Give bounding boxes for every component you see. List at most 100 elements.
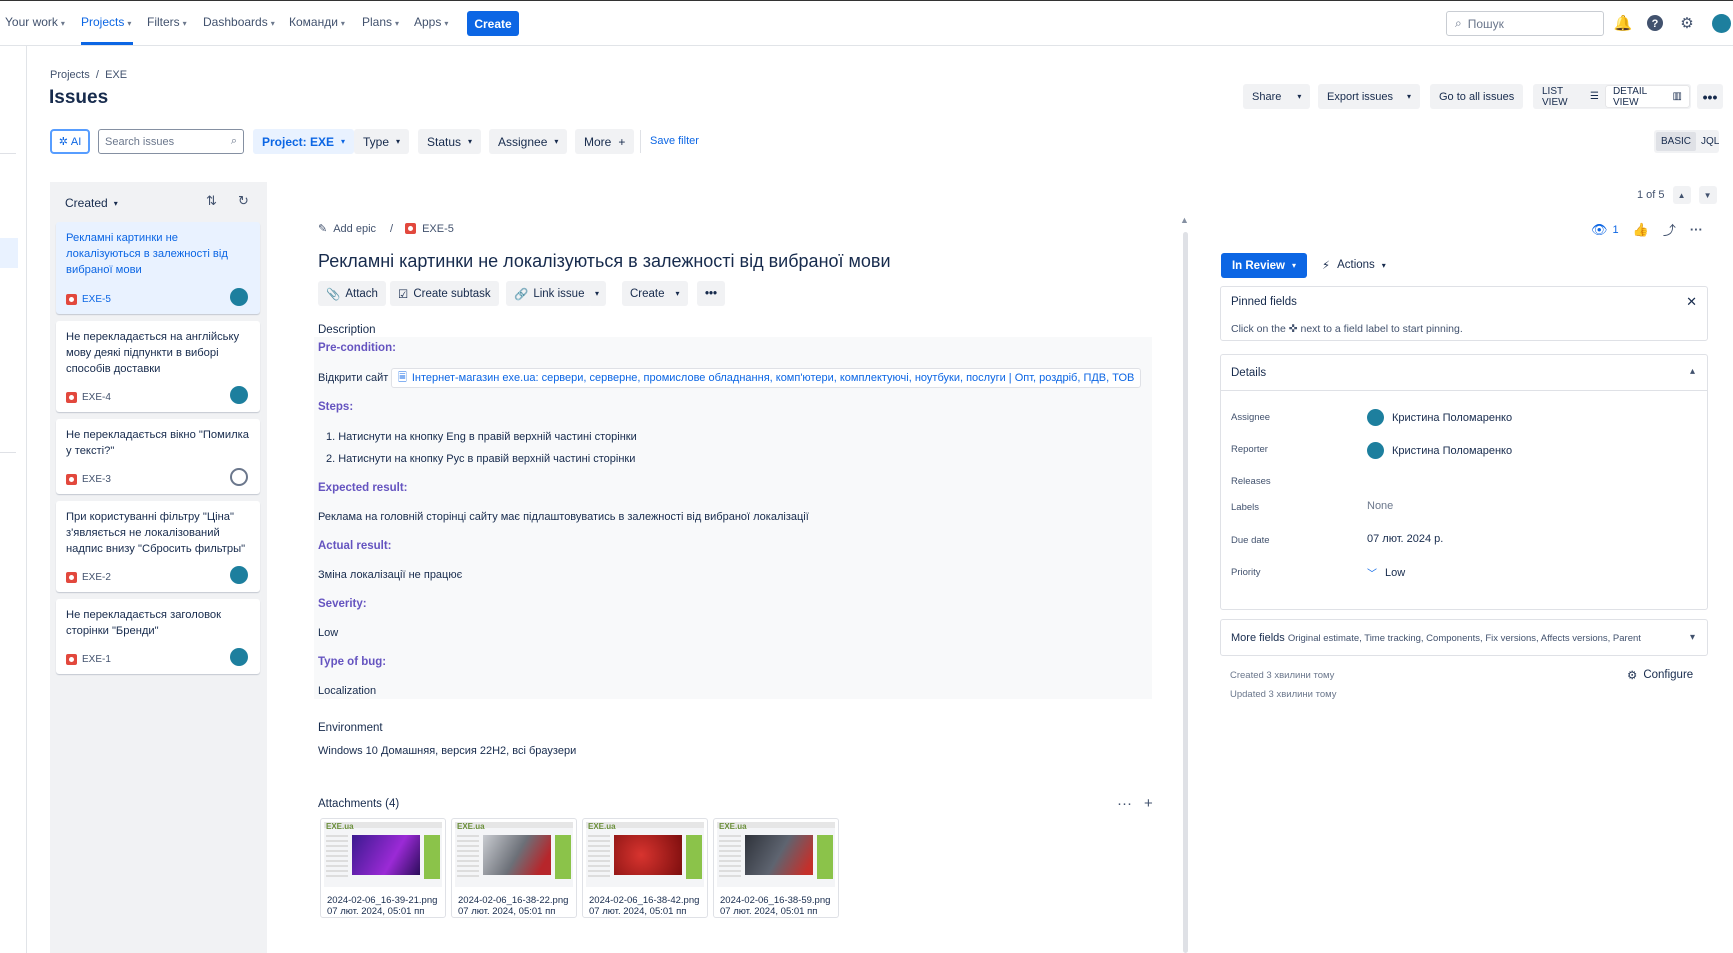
details-header[interactable]: Details ▴ — [1221, 355, 1707, 391]
left-sidebar-collapsed — [0, 46, 27, 953]
nav-plans[interactable]: Plans ▾ — [362, 15, 399, 29]
link-issue-dropdown[interactable]: ▾ — [588, 281, 607, 306]
assignee-filter[interactable]: Assignee ▾ — [489, 129, 568, 154]
attach-button[interactable]: 📎 Attach — [318, 281, 386, 306]
attachment-thumbnail[interactable]: EXE.ua 2024-02-06_16-38-42.png 07 лют. 20… — [582, 818, 708, 918]
sort-dropdown[interactable]: Created ▾ — [65, 196, 118, 210]
save-filter-link[interactable]: Save filter — [650, 135, 699, 147]
search-issues-input[interactable]: Search issues ⌕ — [98, 129, 244, 154]
nav-apps[interactable]: Apps ▾ — [414, 15, 448, 29]
nav-filters[interactable]: Filters ▾ — [147, 15, 187, 29]
smart-link[interactable]: 🗏 Інтернет-магазин exe.ua: сервери, серве… — [391, 368, 1142, 388]
ai-search-button[interactable]: ✲ AI — [50, 129, 90, 154]
chevron-down-icon: ▾ — [270, 19, 275, 28]
user-avatar[interactable] — [1712, 14, 1731, 33]
issue-card[interactable]: Не перекладається заголовок сторінки "Бр… — [56, 599, 260, 674]
issue-title[interactable]: Рекламні картинки не локалізуються в зал… — [318, 251, 891, 272]
attachment-date: 07 лют. 2024, 05:01 пп — [720, 906, 818, 917]
attachment-thumbnail[interactable]: EXE.ua 2024-02-06_16-39-21.png 07 лют. 20… — [320, 818, 446, 918]
due-date-field[interactable]: 07 лют. 2024 р. — [1367, 533, 1443, 545]
watch-button[interactable]: 👁 1 — [1591, 222, 1619, 238]
detail-view-option[interactable]: DETAIL VIEW ▥ — [1605, 86, 1689, 108]
sidebar-selected-item[interactable] — [0, 238, 18, 268]
issue-scrollbar[interactable] — [1183, 232, 1188, 953]
environment-text[interactable]: Windows 10 Домашняя, версия 22H2, всі бр… — [318, 745, 576, 757]
create-subtask-button[interactable]: ☑ Create subtask — [390, 281, 499, 306]
priority-field[interactable]: ﹀ Low — [1367, 565, 1405, 581]
scroll-up-icon[interactable]: ▲ — [1180, 215, 1189, 225]
previous-issue-button[interactable]: ▲ — [1672, 186, 1691, 204]
actions-button[interactable]: ⚡ Actions ▾ — [1322, 258, 1386, 272]
help-icon[interactable]: ? — [1646, 14, 1664, 32]
eye-icon: 👁 — [1591, 221, 1608, 237]
breadcrumb-project[interactable]: EXE — [105, 69, 127, 81]
issue-key: EXE-1 — [82, 654, 111, 665]
close-icon[interactable]: ✕ — [1686, 294, 1697, 310]
type-filter[interactable]: Type ▾ — [354, 129, 410, 154]
attachments-more-icon[interactable]: ··· — [1117, 795, 1132, 812]
list-view-option[interactable]: LIST VIEW ☰ — [1535, 86, 1606, 108]
issue-card-title: Не перекладається на англійську мову дея… — [66, 331, 240, 375]
more-filters-button[interactable]: More + — [575, 129, 635, 154]
status-filter[interactable]: Status ▾ — [418, 129, 482, 154]
more-fields-panel[interactable]: More fields Original estimate, Time trac… — [1220, 619, 1708, 656]
jql-option[interactable]: JQL — [1696, 132, 1724, 151]
assignee-avatar — [230, 648, 248, 666]
more-icon[interactable]: ··· — [1690, 222, 1703, 237]
go-to-all-issues-button[interactable]: Go to all issues — [1430, 84, 1524, 109]
refresh-icon[interactable]: ↻ — [238, 193, 249, 209]
attachment-thumbnail[interactable]: EXE.ua 2024-02-06_16-38-22.png 07 лют. 20… — [451, 818, 577, 918]
create-dropdown-button[interactable]: Create ▾ — [622, 281, 688, 306]
export-issues-button[interactable]: Export issues ▾ — [1318, 84, 1421, 109]
issue-key-link[interactable]: EXE-5 — [422, 223, 454, 235]
breadcrumb: Projects / EXE — [50, 69, 127, 81]
chevron-down-icon: ▾ — [396, 137, 401, 146]
next-issue-button[interactable]: ▼ — [1698, 186, 1717, 204]
nav-teams[interactable]: Команди ▾ — [289, 15, 345, 29]
issue-key: EXE-2 — [82, 572, 111, 583]
issue-card[interactable]: При користуванні фільтру "Ціна" з'являєт… — [56, 501, 260, 592]
gear-icon: ⚙ — [1627, 670, 1638, 682]
nav-label: Your work — [5, 15, 58, 29]
status-transition-button[interactable]: In Review ▾ — [1221, 253, 1307, 278]
chevron-down-icon: ▾ — [340, 19, 345, 28]
global-search-input[interactable]: ⌕ Пошук — [1446, 11, 1604, 36]
nav-your-work[interactable]: Your work ▾ — [5, 15, 65, 29]
nav-dashboards[interactable]: Dashboards ▾ — [203, 15, 275, 29]
assignee-field[interactable]: Кристина Поломаренко — [1367, 409, 1512, 426]
create-button[interactable]: Create — [467, 11, 519, 36]
issue-card[interactable]: Не перекладається на англійську мову дея… — [56, 321, 260, 412]
sidebar-divider — [0, 452, 16, 453]
issue-card[interactable]: Рекламні картинки не локалізуються в зал… — [56, 222, 260, 314]
settings-gear-icon[interactable]: ⚙ — [1678, 14, 1696, 32]
share-button[interactable]: Share ▾ — [1243, 84, 1311, 109]
labels-field[interactable]: None — [1367, 500, 1393, 512]
unassigned-avatar-icon — [230, 468, 248, 486]
add-epic-link[interactable]: Add epic — [333, 223, 376, 235]
more-actions-button[interactable]: ••• — [1697, 84, 1723, 109]
reporter-field[interactable]: Кристина Поломаренко — [1367, 442, 1512, 459]
issue-card[interactable]: Не перекладається вікно "Помилка у текст… — [56, 419, 260, 494]
breadcrumb-projects[interactable]: Projects — [50, 69, 90, 81]
issue-more-button[interactable]: ••• — [697, 281, 726, 306]
nav-projects[interactable]: Projects ▾ — [81, 15, 131, 29]
precondition-text: Відкрити сайт — [318, 372, 389, 384]
issue-card-title: Рекламні картинки не локалізуються в зал… — [66, 232, 228, 276]
share-icon[interactable]: ⤴ — [1663, 220, 1676, 239]
step-item: 1. Натиснути на кнопку Eng в правій верх… — [326, 431, 637, 443]
issue-pager: 1 of 5 ▲ ▼ — [1637, 186, 1717, 204]
add-attachment-icon[interactable]: + — [1144, 795, 1153, 812]
filter-label: Status — [427, 134, 462, 149]
sort-order-icon[interactable]: ⇅ — [206, 193, 217, 209]
project-filter[interactable]: Project: EXE ▾ — [253, 129, 355, 154]
bug-type-heading: Type of bug: — [318, 656, 387, 668]
link-issue-button[interactable]: 🔗 Link issue — [506, 281, 593, 306]
attachment-name: 2024-02-06_16-38-59.png — [720, 895, 831, 906]
bug-icon — [66, 294, 77, 305]
attachment-thumbnail[interactable]: EXE.ua 2024-02-06_16-38-59.png 07 лют. 20… — [713, 818, 839, 918]
configure-button[interactable]: ⚙ Configure — [1627, 668, 1693, 682]
basic-option[interactable]: BASIC — [1656, 132, 1697, 151]
thumbs-up-icon[interactable]: 👍 — [1633, 222, 1649, 238]
created-timestamp: Created 3 хвилини тому — [1230, 670, 1335, 681]
notifications-icon[interactable]: 🔔 — [1614, 14, 1633, 32]
